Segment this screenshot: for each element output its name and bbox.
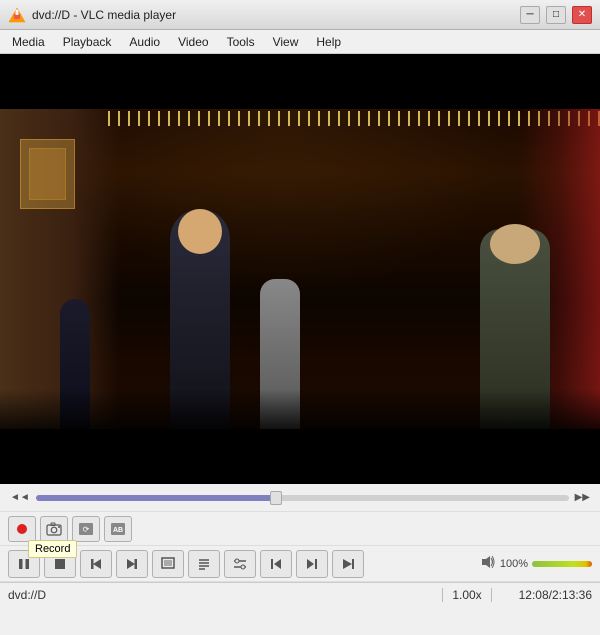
- playlist-icon: [197, 557, 211, 571]
- extended-settings-icon: [232, 557, 248, 571]
- pause-icon: [17, 557, 31, 571]
- minimize-button[interactable]: ─: [520, 6, 540, 24]
- extra-controls-bar: ⟳ AB Record: [0, 512, 600, 546]
- seek-bar-area: ◄◄ ▶▶: [0, 484, 600, 512]
- ab-button[interactable]: AB: [104, 516, 132, 542]
- next-chapter-icon: [125, 557, 139, 571]
- black-bar-top: [0, 54, 600, 109]
- seek-forward-button[interactable]: ▶▶: [573, 490, 592, 505]
- movie-scene: [0, 54, 600, 484]
- snapshot-button[interactable]: [40, 516, 68, 542]
- prev-chapter-icon: [89, 557, 103, 571]
- playback-time: 12:08/2:13:36: [492, 588, 592, 602]
- frame-icon: [341, 557, 355, 571]
- seek-track[interactable]: [36, 495, 569, 501]
- speaker-icon: [480, 555, 496, 569]
- chapter-prev-icon: [269, 557, 283, 571]
- menu-bar: Media Playback Audio Video Tools View He…: [0, 30, 600, 54]
- menu-media[interactable]: Media: [4, 33, 53, 51]
- menu-view[interactable]: View: [265, 33, 307, 51]
- status-bar: dvd://D 1.00x 12:08/2:13:36: [0, 582, 600, 606]
- media-path: dvd://D: [8, 588, 442, 602]
- black-bar-bottom: [0, 429, 600, 484]
- svg-text:AB: AB: [113, 527, 123, 534]
- volume-slider[interactable]: [532, 561, 592, 567]
- scene-content: [0, 109, 600, 429]
- camera-icon: [46, 522, 62, 536]
- next-chapter-button[interactable]: [116, 550, 148, 578]
- window-title: dvd://D - VLC media player: [32, 8, 514, 22]
- prev-chapter-button[interactable]: [80, 550, 112, 578]
- menu-playback[interactable]: Playback: [55, 33, 120, 51]
- volume-icon[interactable]: [480, 555, 496, 572]
- seek-back-button[interactable]: ◄◄: [8, 490, 32, 505]
- pause-button[interactable]: [8, 550, 40, 578]
- volume-percentage: 100%: [500, 558, 528, 570]
- chapter-next-icon: [305, 557, 319, 571]
- ground-shadow: [0, 389, 600, 429]
- record-icon: [17, 524, 27, 534]
- stop-icon: [53, 557, 67, 571]
- chapter-prev-button[interactable]: [260, 550, 292, 578]
- menu-tools[interactable]: Tools: [219, 33, 263, 51]
- restore-button[interactable]: □: [546, 6, 566, 24]
- menu-audio[interactable]: Audio: [121, 33, 168, 51]
- playlist-button[interactable]: [188, 550, 220, 578]
- fullscreen-icon: [161, 557, 175, 571]
- vlc-logo-icon: [8, 6, 26, 24]
- ambient-light: [50, 109, 520, 301]
- fullscreen-button[interactable]: [152, 550, 184, 578]
- video-area: [0, 54, 600, 484]
- loop-button[interactable]: ⟳: [72, 516, 100, 542]
- seek-thumb[interactable]: [270, 491, 282, 505]
- record-button[interactable]: [8, 516, 36, 542]
- seek-fill: [36, 495, 276, 501]
- title-bar: dvd://D - VLC media player ─ □ ✕: [0, 0, 600, 30]
- extended-settings-button[interactable]: [224, 550, 256, 578]
- volume-area: 100%: [480, 555, 592, 572]
- main-controls-bar: 100%: [0, 546, 600, 582]
- playback-speed: 1.00x: [442, 588, 492, 602]
- close-button[interactable]: ✕: [572, 6, 592, 24]
- menu-video[interactable]: Video: [170, 33, 216, 51]
- stop-button[interactable]: [44, 550, 76, 578]
- menu-help[interactable]: Help: [308, 33, 349, 51]
- ab-icon: AB: [110, 522, 126, 536]
- svg-text:⟳: ⟳: [83, 525, 90, 534]
- frame-button[interactable]: [332, 550, 364, 578]
- loop-icon: ⟳: [78, 522, 94, 536]
- volume-fill: [532, 561, 592, 567]
- chapter-next-button[interactable]: [296, 550, 328, 578]
